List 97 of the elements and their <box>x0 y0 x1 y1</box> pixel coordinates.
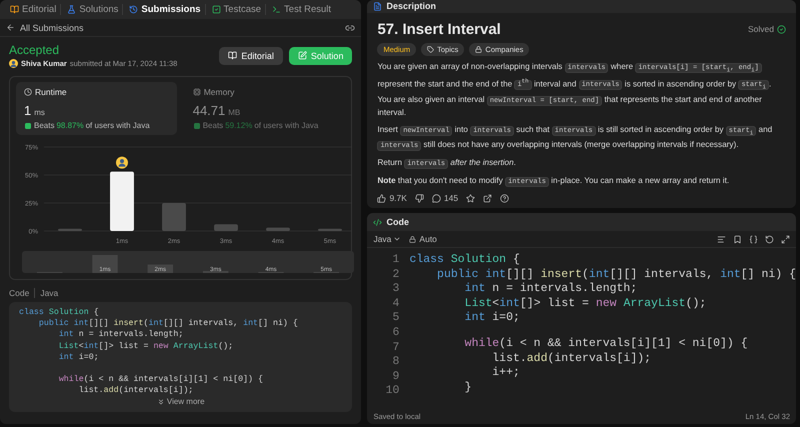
tab[interactable]: Solutions <box>63 4 124 15</box>
panel-tab[interactable]: Description <box>386 1 436 12</box>
code-line: int i=0; <box>464 311 521 326</box>
stat-card[interactable]: Runtime 1 ms Beats 98.87% of users with Java <box>16 82 177 135</box>
code-line: public int[][] insert(int[][] intervals, int[] ni) { <box>436 268 796 282</box>
braces-icon[interactable] <box>749 234 758 244</box>
lock-icon <box>475 46 482 52</box>
flask-icon <box>67 5 76 14</box>
tab[interactable]: Testcase <box>208 4 266 15</box>
language-label: Java <box>34 288 58 298</box>
code-line: list.add(intervals[i]); <box>78 385 194 396</box>
stat-value: 1 <box>24 103 32 118</box>
line-number: 5 <box>392 311 400 326</box>
bookmark-icon[interactable] <box>733 234 742 244</box>
bar <box>58 228 82 231</box>
code-line: while(i < n && intervals[i][1] < ni[0]) { <box>58 374 264 386</box>
bar <box>266 228 290 231</box>
edit-icon <box>298 51 307 60</box>
beats-suffix: of users with Java <box>254 121 318 130</box>
chevrons-down-icon <box>156 398 165 406</box>
reset-icon[interactable] <box>765 234 774 244</box>
beats-label: Beats <box>34 121 54 130</box>
link-icon[interactable] <box>345 22 356 32</box>
chevron-down-icon <box>393 235 402 243</box>
comment-icon[interactable] <box>432 194 441 202</box>
solved-label: Solved <box>748 24 774 34</box>
stat-label: Runtime <box>35 87 67 97</box>
lock-icon <box>409 236 416 242</box>
language-dropdown[interactable]: Java <box>373 234 402 244</box>
format-icon[interactable] <box>717 234 726 244</box>
book-icon <box>228 51 238 60</box>
book-icon <box>10 5 19 14</box>
bar <box>318 228 342 231</box>
line-number: 3 <box>392 282 400 297</box>
check-circle-icon <box>777 24 786 34</box>
code-icon <box>373 218 382 226</box>
back-arrow-icon[interactable] <box>6 23 15 32</box>
status-text: Accepted <box>9 43 60 57</box>
code-line: int n = intervals.length; <box>464 282 638 297</box>
line-number: 6 <box>392 326 400 341</box>
history-icon <box>129 5 138 14</box>
tab[interactable]: Editorial <box>6 4 62 15</box>
problem-title: 57. Insert Interval <box>377 20 501 38</box>
tab[interactable]: Test Result <box>268 4 336 15</box>
avatar-icon <box>9 59 18 68</box>
line-number: 1 <box>392 253 400 268</box>
beats-suffix: of users with Java <box>86 121 150 130</box>
code-line: int i=0; <box>58 352 100 364</box>
like-count: 9.7K <box>389 193 407 203</box>
panel-tab[interactable]: Code <box>386 217 409 227</box>
mode-label: Auto <box>419 234 437 244</box>
share-icon[interactable] <box>483 194 492 202</box>
beats-label: Beats <box>202 121 224 130</box>
stat-unit: MB <box>228 108 240 117</box>
code-line: } <box>464 380 473 396</box>
code-line: list.add(intervals[i]); <box>491 352 652 366</box>
line-number: 8 <box>392 355 400 370</box>
tab[interactable]: Submissions <box>125 4 206 15</box>
back-link[interactable]: All Submissions <box>20 22 84 32</box>
bar <box>162 203 186 231</box>
code-line: class Solution { <box>409 253 521 268</box>
code-line: class Solution { <box>19 307 100 318</box>
code-label: Code <box>9 288 30 298</box>
line-number: 10 <box>384 384 400 399</box>
bar <box>214 224 238 231</box>
code-line: List<int[]> list = new ArrayList(); <box>464 296 708 312</box>
line-number: 2 <box>392 268 400 282</box>
code-line: while(i < n && intervals[i][1] < ni[0]) { <box>464 336 749 352</box>
thumbs-down-icon[interactable] <box>414 194 424 202</box>
code-line: i++; <box>491 366 521 381</box>
bar <box>110 172 134 231</box>
code-line: public int[][] insert(int[][] intervals, int[] ni) { <box>38 318 299 330</box>
stat-label: Memory <box>204 87 234 97</box>
line-number: 4 <box>392 296 400 312</box>
line-number: 9 <box>392 370 400 384</box>
expand-icon[interactable] <box>781 234 790 244</box>
star-icon[interactable] <box>466 194 476 202</box>
chip-icon <box>192 88 201 96</box>
thumbs-up-icon[interactable] <box>377 194 386 202</box>
help-icon[interactable] <box>500 194 510 202</box>
tag-icon <box>427 46 434 52</box>
view-more-link[interactable]: View more <box>156 396 205 408</box>
document-icon <box>373 2 382 11</box>
avatar-icon <box>116 156 128 169</box>
beats-percent: 59.12% <box>225 121 252 130</box>
comment-count: 145 <box>444 193 458 203</box>
code-line: List<int[]> list = new ArrayList(); <box>58 340 234 352</box>
beats-percent: 98.87% <box>56 121 84 130</box>
action-button[interactable]: Editorial <box>219 46 283 64</box>
line-number: 7 <box>392 340 400 356</box>
clock-icon <box>24 88 32 96</box>
code-line: int n = intervals.length; <box>58 329 184 341</box>
checkbox-icon <box>212 5 221 14</box>
terminal-icon <box>272 5 282 14</box>
stat-card[interactable]: Memory 44.71 MB Beats 59.12% of users with Java <box>184 82 346 135</box>
stat-unit: ms <box>34 108 45 117</box>
stat-value: 44.71 <box>192 103 226 118</box>
